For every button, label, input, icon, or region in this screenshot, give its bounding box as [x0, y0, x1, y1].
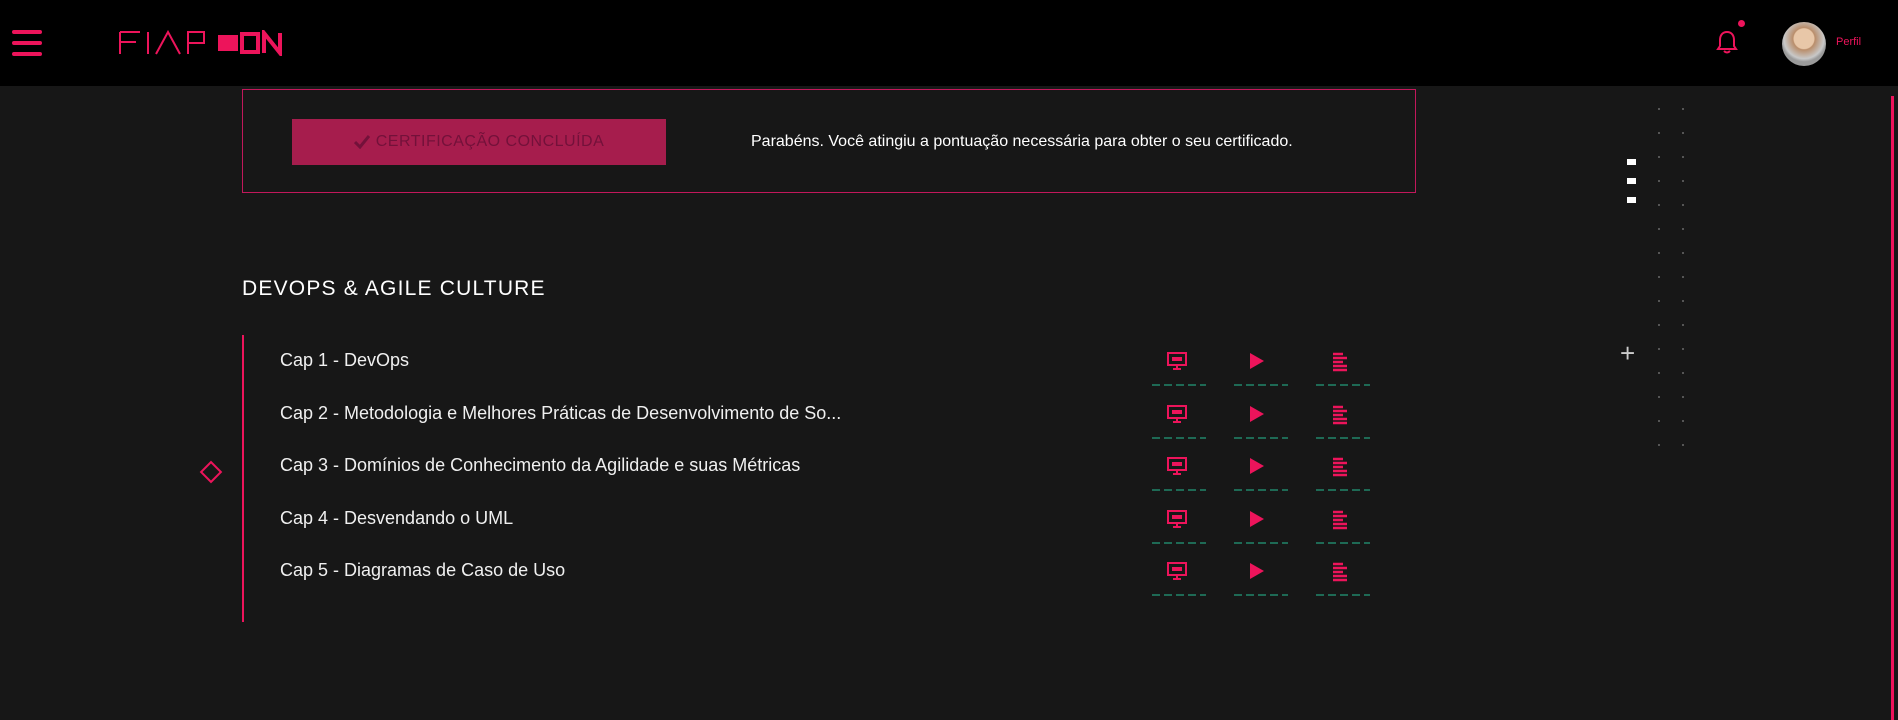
hamburger-menu-icon[interactable]	[12, 30, 42, 56]
top-bar: Perfil	[0, 0, 1898, 86]
text-lines-icon	[1331, 562, 1349, 587]
chapter-row: Cap 5 - Diagramas de Caso de Uso	[280, 560, 1390, 596]
decorative-dots	[1658, 108, 1660, 458]
slides-button[interactable]	[1152, 506, 1206, 544]
decorative-dots	[1682, 108, 1684, 458]
play-icon	[1249, 405, 1265, 428]
presentation-icon	[1167, 405, 1187, 428]
certification-completed-button[interactable]: CERTIFICAÇÃO CONCLUÍDA	[292, 119, 666, 165]
reading-button[interactable]	[1316, 401, 1370, 439]
video-button[interactable]	[1234, 453, 1288, 491]
reading-button[interactable]	[1316, 506, 1370, 544]
chapter-label[interactable]: Cap 3 - Domínios de Conhecimento da Agil…	[280, 455, 800, 476]
slides-button[interactable]	[1152, 558, 1206, 596]
presentation-icon	[1167, 562, 1187, 585]
text-lines-icon	[1331, 510, 1349, 535]
chapter-row: Cap 1 - DevOps	[280, 350, 1390, 386]
presentation-icon	[1167, 457, 1187, 480]
plus-icon[interactable]: +	[1620, 340, 1635, 366]
progress-indicator	[1234, 542, 1288, 544]
profile-link[interactable]: Perfil	[1836, 36, 1861, 48]
play-icon	[1249, 457, 1265, 480]
avatar[interactable]	[1782, 22, 1826, 66]
text-lines-icon	[1331, 457, 1349, 482]
chapter-row: Cap 2 - Metodologia e Melhores Práticas …	[280, 403, 1390, 439]
chapter-label[interactable]: Cap 5 - Diagramas de Caso de Uso	[280, 560, 565, 581]
progress-indicator	[1152, 489, 1206, 491]
progress-indicator	[1234, 594, 1288, 596]
reading-button[interactable]	[1316, 558, 1370, 596]
fiap-on-logo[interactable]	[118, 27, 286, 61]
video-button[interactable]	[1234, 558, 1288, 596]
progress-indicator	[1316, 542, 1370, 544]
section-indicator[interactable]	[1627, 159, 1636, 165]
progress-indicator	[1152, 542, 1206, 544]
slides-button[interactable]	[1152, 348, 1206, 386]
text-lines-icon	[1331, 405, 1349, 430]
progress-indicator	[1234, 384, 1288, 386]
checkmark-icon	[353, 135, 370, 149]
certification-button-label: CERTIFICAÇÃO CONCLUÍDA	[375, 133, 605, 150]
progress-indicator	[1234, 489, 1288, 491]
video-button[interactable]	[1234, 348, 1288, 386]
progress-indicator	[1152, 437, 1206, 439]
scrollbar[interactable]	[1891, 96, 1894, 720]
play-icon	[1249, 562, 1265, 585]
progress-indicator	[1152, 384, 1206, 386]
presentation-icon	[1167, 510, 1187, 533]
progress-indicator	[1316, 384, 1370, 386]
chapter-label[interactable]: Cap 1 - DevOps	[280, 350, 409, 371]
play-icon	[1249, 510, 1265, 533]
notification-dot	[1738, 20, 1745, 27]
progress-indicator	[1316, 489, 1370, 491]
text-lines-icon	[1331, 352, 1349, 377]
video-button[interactable]	[1234, 401, 1288, 439]
chapter-label[interactable]: Cap 2 - Metodologia e Melhores Práticas …	[280, 403, 841, 424]
presentation-icon	[1167, 352, 1187, 375]
progress-indicator	[1234, 437, 1288, 439]
certification-panel: CERTIFICAÇÃO CONCLUÍDA Parabéns. Você at…	[242, 89, 1416, 193]
progress-indicator	[1152, 594, 1206, 596]
reading-button[interactable]	[1316, 453, 1370, 491]
course-title: DEVOPS & AGILE CULTURE	[242, 277, 546, 300]
chapter-row: Cap 4 - Desvendando o UML	[280, 508, 1390, 544]
progress-indicator	[1316, 437, 1370, 439]
bell-icon[interactable]	[1716, 30, 1738, 59]
chapter-row: Cap 3 - Domínios de Conhecimento da Agil…	[280, 455, 1390, 491]
slides-button[interactable]	[1152, 401, 1206, 439]
video-button[interactable]	[1234, 506, 1288, 544]
current-chapter-diamond-icon	[199, 460, 223, 484]
progress-indicator	[1316, 594, 1370, 596]
timeline-line	[242, 335, 244, 622]
section-indicator[interactable]	[1627, 197, 1636, 203]
certification-message: Parabéns. Você atingiu a pontuação neces…	[751, 133, 1293, 150]
slides-button[interactable]	[1152, 453, 1206, 491]
play-icon	[1249, 352, 1265, 375]
reading-button[interactable]	[1316, 348, 1370, 386]
section-indicator[interactable]	[1627, 178, 1636, 184]
chapter-label[interactable]: Cap 4 - Desvendando o UML	[280, 508, 513, 529]
